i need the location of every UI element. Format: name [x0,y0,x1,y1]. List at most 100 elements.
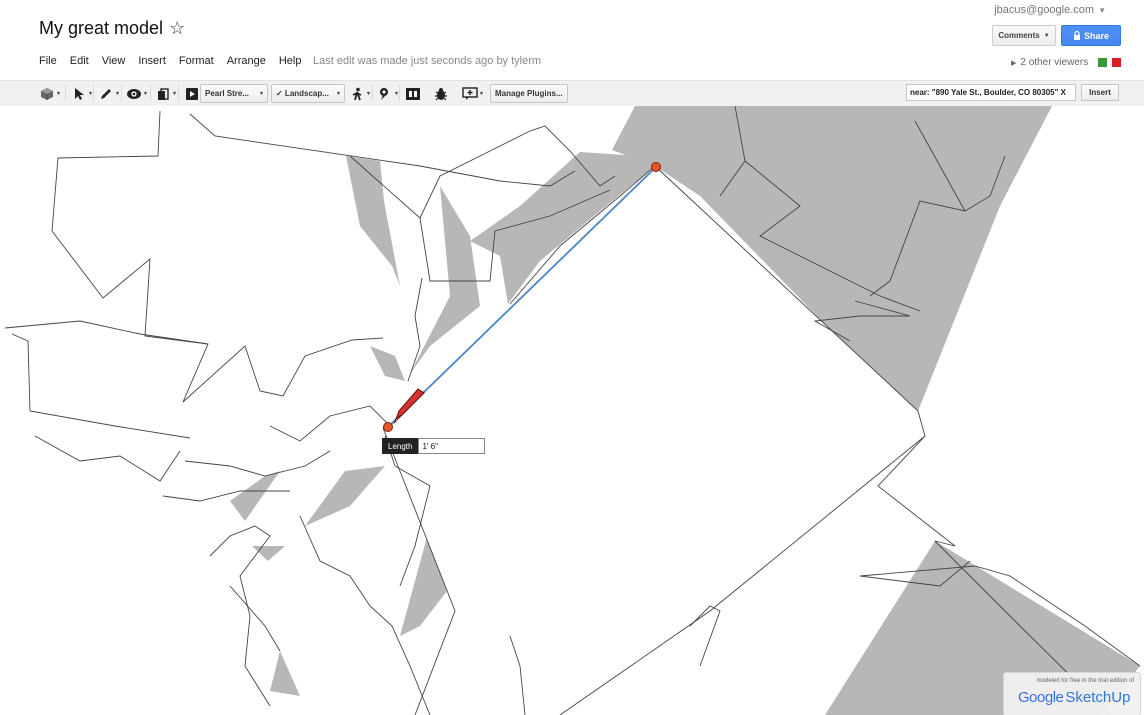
chevron-down-icon: ▾ [89,91,93,97]
location-search-input[interactable]: near: "890 Yale St., Boulder, CO 80305" … [906,84,1076,101]
account-menu[interactable]: jbacus@google.com ▼ [994,4,1106,16]
menu-help[interactable]: Help [279,55,302,67]
debug-tool-button[interactable] [432,84,450,103]
length-value-field[interactable]: 1' 6" [418,438,486,454]
menu-insert[interactable]: Insert [138,55,166,67]
last-edit-status[interactable]: Last edit was made just seconds ago by t… [313,55,541,67]
comments-label: Comments [998,31,1040,40]
model-edge [184,450,331,477]
location-pin-icon [377,86,393,102]
line-endpoint-marker[interactable] [651,162,661,172]
scene-dropdown-value: Pearl Stre... [205,89,250,98]
chevron-down-icon: ▾ [395,91,399,97]
menu-edit[interactable]: Edit [70,55,89,67]
model-edge [34,435,181,482]
model-edge [189,113,576,187]
menu-file[interactable]: File [39,55,57,67]
view-tool-button[interactable]: ▾ [125,84,148,103]
line-startpoint-marker[interactable] [383,422,393,432]
shadow-region [346,156,400,286]
star-icon[interactable]: ☆ [169,18,185,38]
comment-icon [462,86,478,102]
account-email[interactable]: jbacus@google.com [994,4,1094,16]
walk-icon [349,86,365,102]
layers-tool-button[interactable]: ▾ [154,84,177,103]
chevron-down-icon: ▾ [259,91,263,97]
menu-format[interactable]: Format [179,55,214,67]
cube-tool-button[interactable]: ▾ [38,84,61,103]
style-dropdown[interactable]: ✓ Landscap... ▾ [271,84,345,103]
chevron-down-icon: ▼ [1098,6,1106,15]
pencil-tool-button[interactable]: ▾ [97,84,120,103]
toolbar-divider [65,85,66,101]
chevron-down-icon: ▾ [173,91,177,97]
document-title-text[interactable]: My great model [39,18,163,38]
share-label: Share [1083,30,1109,41]
viewer-swatch-green [1098,58,1108,67]
chevron-down-icon: ▾ [480,91,484,97]
location-tool-button[interactable]: ▾ [376,84,399,103]
branding-caption: modeled for free in the trial edition of [1036,678,1134,684]
model-edge [11,333,191,439]
pencil-icon [98,86,114,102]
model-edge [269,405,391,442]
select-arrow-icon [71,86,87,102]
length-tooltip: Length 1' 6" [382,438,486,454]
chevron-down-icon: ▼ [1043,32,1050,39]
other-viewers[interactable]: ▶ 2 other viewers [1011,57,1122,68]
app-header: My great model ☆ jbacus@google.com ▼ Comme… [0,0,1144,80]
toolbar-divider [121,85,122,101]
cube-icon [39,86,55,102]
manage-plugins-button[interactable]: Manage Plugins... [490,84,568,103]
chevron-down-icon: ▾ [367,91,371,97]
component-icon [405,86,421,102]
shadow-region [305,466,385,526]
scene-dropdown[interactable]: Pearl Stre... ▾ [200,84,268,103]
model-viewport[interactable]: Length 1' 6" modeled for free in the tri… [0,106,1144,715]
shadow-region [370,346,405,381]
google-sketchup-logo: Google SketchUp [1018,689,1130,706]
eye-icon [126,86,142,102]
toolbar-divider [399,85,400,101]
bug-icon [433,86,449,102]
menu-view[interactable]: View [102,55,126,67]
model-edge [51,110,384,403]
chevron-down-icon: ▾ [116,91,120,97]
component-tool-button[interactable] [404,84,422,103]
menu-bar: File Edit View Insert Format Arrange Hel… [39,55,314,67]
sketchup-branding-badge[interactable]: modeled for free in the trial edition of… [1003,672,1141,715]
layers-icon [155,86,171,102]
scene-play-button[interactable] [183,84,201,103]
model-edge [162,490,290,502]
viewer-swatch-red [1112,58,1122,67]
model-canvas[interactable] [0,106,1144,715]
play-icon [184,86,200,102]
style-dropdown-value: ✓ Landscap... [276,89,329,98]
shadow-region [230,471,280,521]
comments-button[interactable]: Comments ▼ [992,25,1056,46]
length-label: Length [382,438,419,454]
insert-button[interactable]: Insert [1081,84,1119,101]
model-edge [229,585,281,652]
document-title[interactable]: My great model ☆ [39,18,185,39]
chevron-down-icon: ▾ [144,91,148,97]
toolbar-divider [178,85,179,101]
toolbar: ▾ ▾ ▾ ▾ ▾ Pearl Stre... ▾ ✓ Landscap... [0,80,1144,107]
menu-arrange[interactable]: Arrange [227,55,266,67]
caret-right-icon: ▶ [1011,59,1017,67]
lock-icon [1073,31,1080,40]
google-wordmark: Google [1018,689,1064,706]
manage-plugins-label: Manage Plugins... [495,89,563,98]
share-button[interactable]: Share [1061,25,1121,46]
chevron-down-icon: ▾ [336,91,340,97]
walk-tool-button[interactable]: ▾ [348,84,371,103]
sketchup-wordmark: SketchUp [1065,689,1131,706]
select-tool-button[interactable]: ▾ [70,84,93,103]
toolbar-divider [93,85,94,101]
toolbar-divider [372,85,373,101]
viewers-label: 2 other viewers [1020,57,1089,68]
comment-tool-button[interactable]: ▾ [461,84,484,103]
toolbar-divider [150,85,151,101]
chevron-down-icon: ▾ [57,91,61,97]
shadow-region [270,651,300,696]
